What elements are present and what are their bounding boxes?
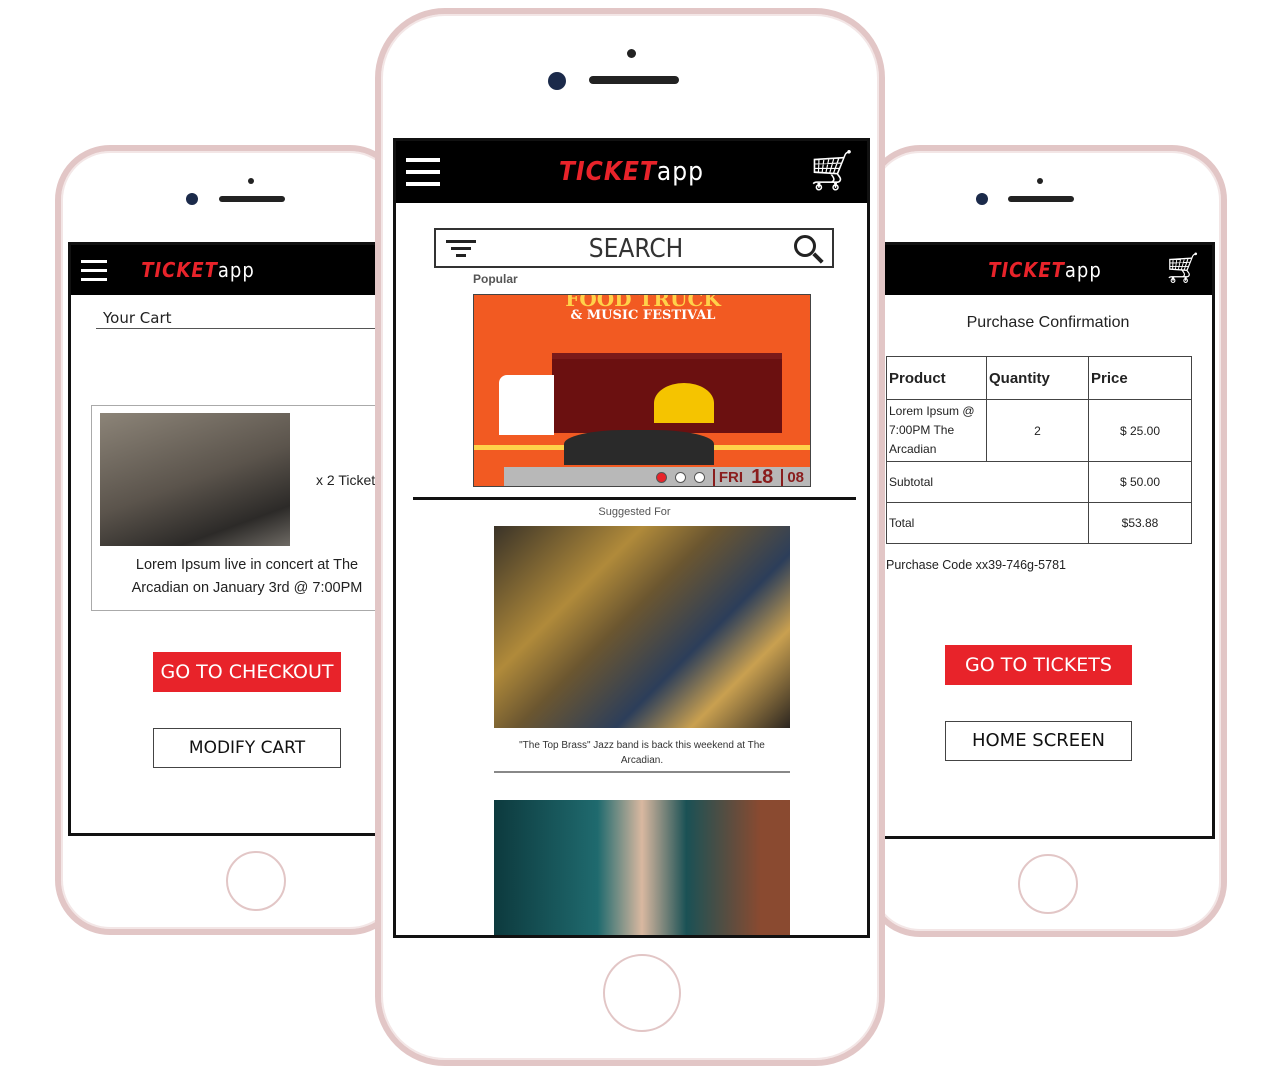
- speaker: [1008, 196, 1074, 202]
- row-price: $ 25.00: [1088, 399, 1192, 462]
- row-product: Lorem Ipsum @ 7:00PM The Arcadian: [886, 399, 987, 462]
- menu-icon[interactable]: [406, 158, 440, 186]
- home-screen-button[interactable]: HOME SCREEN: [945, 721, 1132, 761]
- cart-item: x 2 Tickets Lorem Ipsum live in concert …: [91, 405, 385, 611]
- go-to-checkout-button[interactable]: GO TO CHECKOUT: [153, 652, 341, 692]
- home-button[interactable]: [603, 954, 681, 1032]
- sensor: [248, 178, 254, 184]
- banner-month: 08: [781, 469, 804, 486]
- crowd: [564, 430, 714, 465]
- suggested-label: Suggested For: [598, 506, 671, 518]
- purchase-code: Purchase Code xx39-746g-5781: [886, 558, 1066, 572]
- festival-banner[interactable]: FOOD TRUCK & MUSIC FESTIVAL FRI 18 08: [473, 294, 811, 487]
- event-description: Lorem Ipsum live in concert at The Arcad…: [131, 557, 363, 596]
- go-to-tickets-button[interactable]: GO TO TICKETS: [945, 645, 1132, 685]
- home-button[interactable]: [226, 851, 286, 911]
- speaker: [589, 76, 679, 84]
- subtotal-value: $ 50.00: [1088, 461, 1192, 503]
- banner-day: FRI: [712, 469, 743, 486]
- popular-label: Popular: [473, 272, 518, 286]
- total-value: $53.88: [1088, 502, 1192, 544]
- band-photo: [100, 413, 290, 546]
- camera-icon: [548, 72, 566, 90]
- app-logo: TICKETapp: [559, 157, 704, 187]
- truck-cab: [499, 375, 554, 435]
- col-quantity: Quantity: [986, 356, 1089, 400]
- date-strip: FRI 18 08: [504, 466, 810, 487]
- sensor: [1037, 178, 1043, 184]
- sensor: [627, 49, 636, 58]
- app-logo: TICKETapp: [988, 258, 1102, 282]
- jazz-caption: "The Top Brass" Jazz band is back this w…: [519, 740, 765, 766]
- banner-date: 18: [751, 466, 774, 487]
- cart-screen: TICKETapp Your Cart x 2 Tickets Lorem Ip…: [68, 242, 388, 836]
- home-screen: TICKETapp 🛒︎ SEARCH Popular FOOD TRUCK &…: [393, 138, 870, 938]
- carousel-dot[interactable]: [674, 472, 686, 483]
- caption-divider: [494, 771, 790, 773]
- modify-cart-button[interactable]: MODIFY CART: [153, 728, 341, 768]
- total-label: Total: [886, 502, 1089, 544]
- app-logo: TICKETapp: [141, 258, 255, 282]
- home-button[interactable]: [1018, 854, 1078, 914]
- confirmation-title: Purchase Confirmation: [966, 314, 1130, 331]
- stage-light: [654, 383, 714, 423]
- col-price: Price: [1088, 356, 1192, 400]
- camera-icon: [976, 193, 988, 205]
- jazz-band-photo[interactable]: [494, 526, 790, 728]
- app-header: TICKETapp 🛒︎: [878, 245, 1212, 295]
- carousel-dot-active[interactable]: [655, 472, 667, 483]
- subtotal-label: Subtotal: [886, 461, 1089, 503]
- cart-icon[interactable]: 🛒︎: [806, 149, 857, 193]
- app-header: TICKETapp 🛒︎: [396, 141, 867, 203]
- cart-title: Your Cart: [103, 309, 172, 327]
- confirmation-screen: TICKETapp 🛒︎ Purchase Confirmation Produ…: [875, 242, 1215, 839]
- app-header: TICKETapp: [71, 245, 385, 295]
- banner-subtitle: & MUSIC FESTIVAL: [570, 308, 716, 323]
- divider: [96, 328, 385, 329]
- col-product: Product: [886, 356, 987, 400]
- camera-icon: [186, 193, 198, 205]
- cart-icon[interactable]: 🛒︎: [1164, 253, 1202, 285]
- carousel-dot[interactable]: [693, 472, 705, 483]
- order-table: Product Quantity Price Lorem Ipsum @ 7:00P…: [886, 356, 1192, 544]
- search-bar[interactable]: SEARCH: [434, 228, 834, 268]
- ticket-count: x 2 Tickets: [316, 472, 383, 488]
- speaker: [219, 196, 285, 202]
- row-quantity: 2: [986, 399, 1089, 462]
- search-input[interactable]: SEARCH: [436, 234, 836, 264]
- menu-icon[interactable]: [81, 259, 107, 281]
- section-divider: [413, 497, 856, 500]
- band-photo-2[interactable]: [494, 800, 790, 935]
